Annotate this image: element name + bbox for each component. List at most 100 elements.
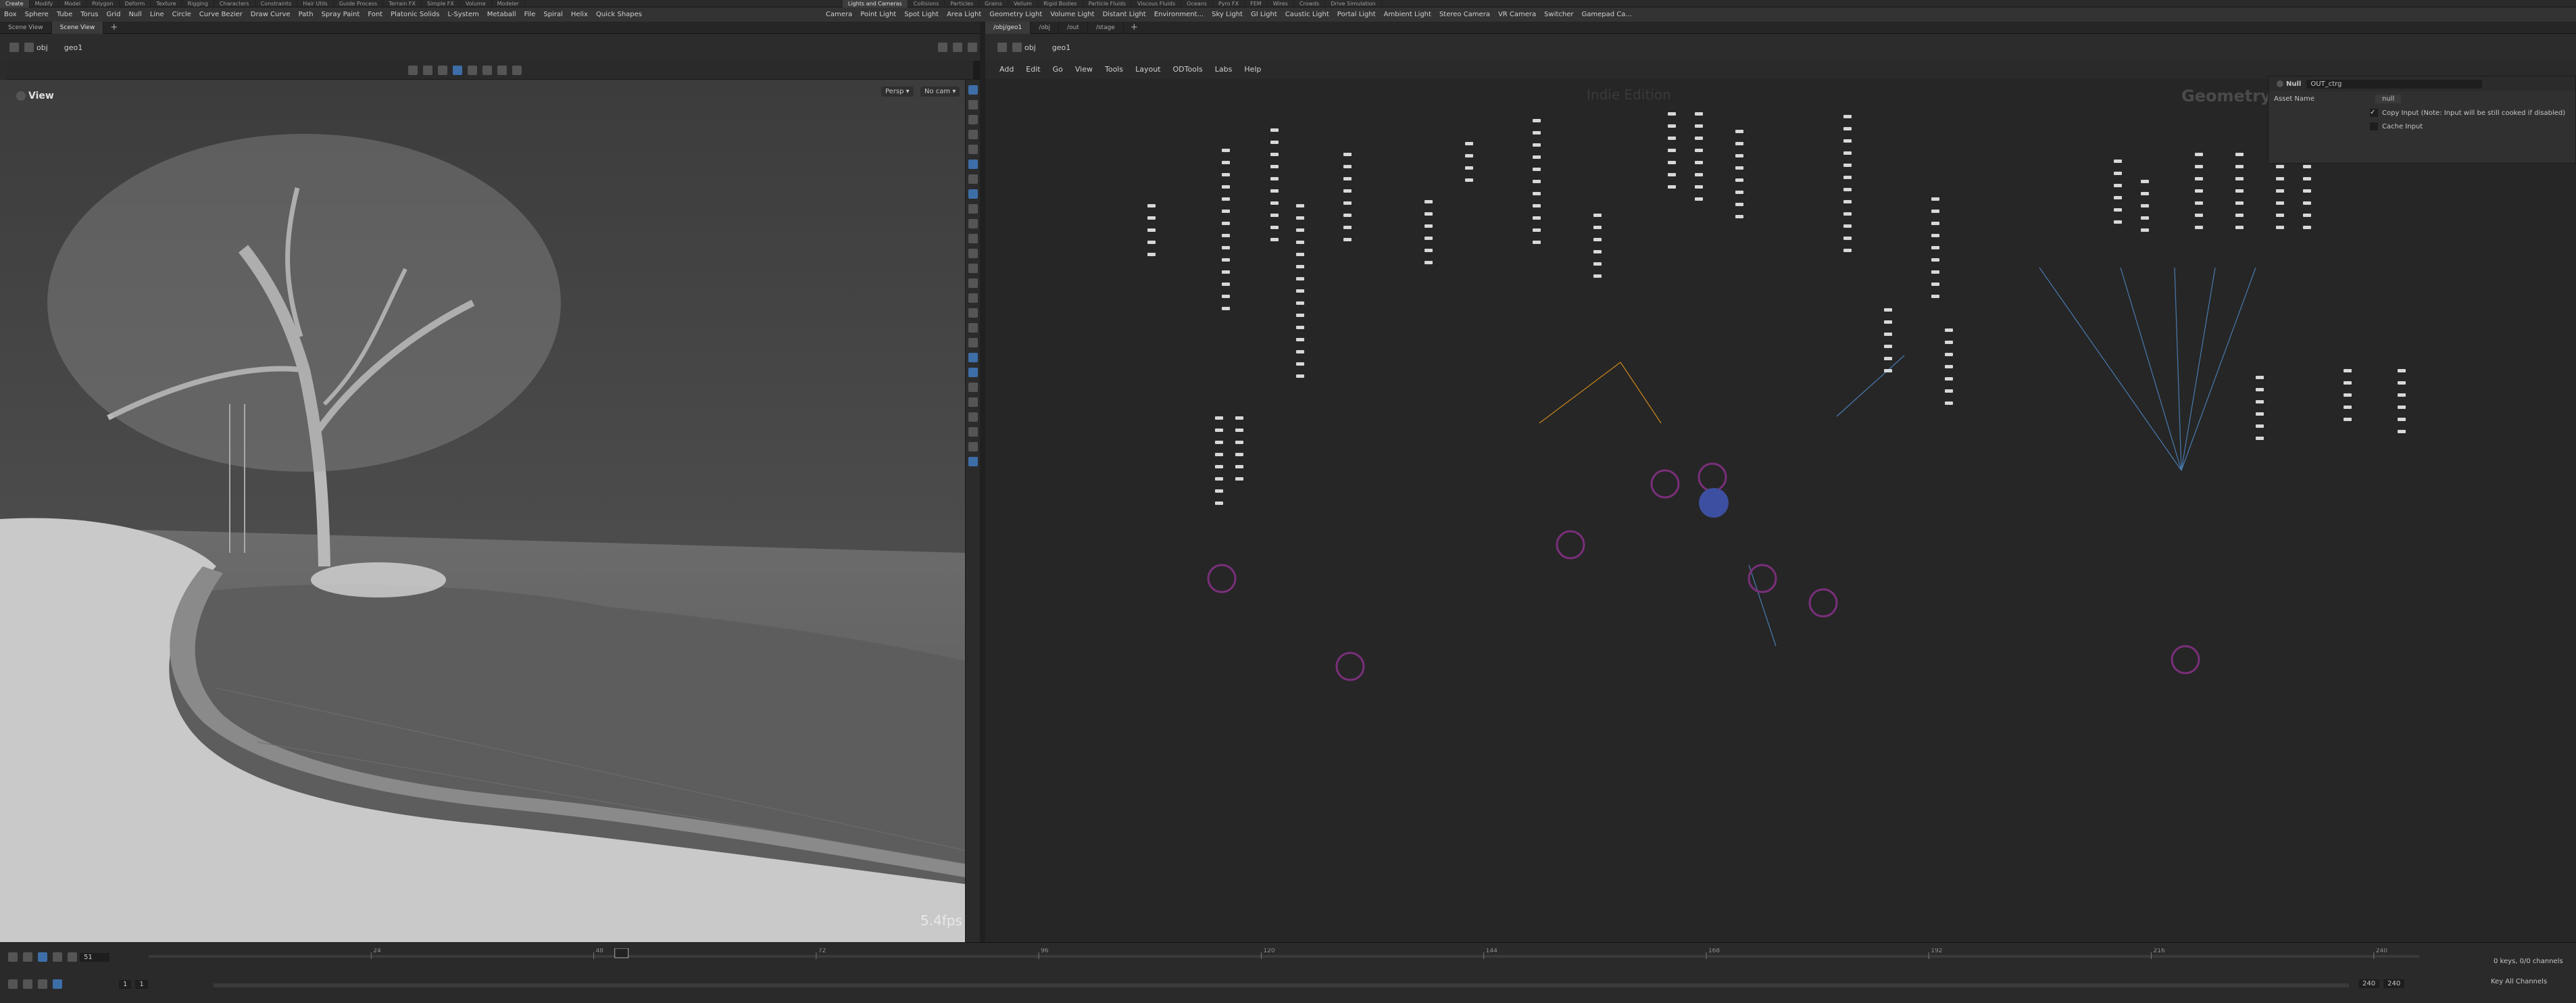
select-tool-icon[interactable] — [408, 65, 418, 75]
tab-stage[interactable]: /stage — [1088, 21, 1124, 34]
range-slider[interactable] — [214, 983, 2349, 987]
shelf-tool[interactable]: Path — [295, 7, 318, 22]
range-step[interactable]: 1 — [135, 979, 148, 989]
shelf-tab[interactable]: Characters — [214, 0, 255, 7]
shelf-tab[interactable]: Collisions — [908, 0, 945, 7]
display-option-icon[interactable] — [968, 353, 978, 362]
shelf-tool[interactable]: Box — [0, 7, 21, 22]
shelf-tool[interactable]: Tube — [53, 7, 76, 22]
shelf-tab[interactable]: Modeler — [492, 0, 525, 7]
shelf-tab[interactable]: Terrain FX — [383, 0, 422, 7]
shelf-tool[interactable]: Grid — [102, 7, 124, 22]
shelf-tab[interactable]: Viscous Fluids — [1132, 0, 1182, 7]
shelf-tab[interactable]: Create — [0, 0, 30, 7]
forward-icon[interactable] — [1012, 43, 1022, 52]
shelf-tab[interactable]: Vellum — [1008, 0, 1039, 7]
snap-icon[interactable] — [482, 65, 492, 75]
shelf-tab[interactable]: FEM — [1245, 0, 1268, 7]
display-option-icon[interactable] — [968, 442, 978, 451]
path-geo1[interactable]: geo1 — [64, 43, 82, 52]
shelf-tab[interactable]: Particle Fluids — [1083, 0, 1133, 7]
display-option-icon[interactable] — [968, 293, 978, 303]
range-end-1[interactable]: 240 — [2358, 979, 2380, 988]
shelf-tool[interactable]: L-System — [443, 7, 482, 22]
display-option-icon[interactable] — [968, 219, 978, 228]
range-start[interactable]: 1 — [119, 979, 132, 989]
tab-obj-geo1[interactable]: /obj/geo1 — [985, 21, 1031, 34]
camera-menu[interactable]: No cam ▾ — [920, 87, 960, 97]
go-end-icon[interactable] — [68, 952, 77, 962]
shelf-tab[interactable]: Wires — [1268, 0, 1294, 7]
display-option-icon[interactable] — [968, 368, 978, 377]
shelf-tool[interactable]: Metaball — [483, 7, 520, 22]
asset-name-field[interactable]: null — [2375, 94, 2402, 103]
add-tab-button[interactable]: + — [103, 22, 124, 34]
rotate-tool-icon[interactable] — [438, 65, 447, 75]
display-option-icon[interactable] — [968, 145, 978, 154]
shelf-tool[interactable]: GI Light — [1247, 7, 1281, 22]
shelf-tool[interactable]: Area Light — [943, 7, 985, 22]
shelf-tab[interactable]: Drive Simulation — [1325, 0, 1382, 7]
display-option-icon[interactable] — [968, 323, 978, 333]
network-menu-item[interactable]: Go — [1047, 61, 1069, 78]
shelf-tool[interactable]: Line — [146, 7, 168, 22]
display-option-icon[interactable] — [968, 160, 978, 169]
shelf-tab[interactable]: Deform — [120, 0, 151, 7]
display-option-icon[interactable] — [968, 100, 978, 109]
tab-out[interactable]: /out — [1059, 21, 1088, 34]
shelf-tab[interactable]: Rigid Bodies — [1038, 0, 1083, 7]
shelf-tool[interactable]: Spiral — [539, 7, 567, 22]
shelf-tab[interactable]: Oceans — [1181, 0, 1213, 7]
display-option-icon[interactable] — [968, 427, 978, 437]
scene-viewport[interactable]: View Persp ▾ No cam ▾ 5.4fps — [0, 80, 965, 942]
shelf-tab[interactable]: Model — [59, 0, 87, 7]
shelf-tool[interactable]: Font — [364, 7, 387, 22]
shelf-tool[interactable]: Spray Paint — [318, 7, 364, 22]
network-menu-item[interactable]: Layout — [1129, 61, 1166, 78]
shelf-tab[interactable]: Hair Utils — [297, 0, 334, 7]
shelf-tab[interactable]: Modify — [30, 0, 59, 7]
shelf-tool[interactable]: Platonic Solids — [387, 7, 443, 22]
path-obj[interactable]: obj — [36, 43, 48, 52]
shelf-tool[interactable]: Draw Curve — [247, 7, 295, 22]
display-option-icon[interactable] — [968, 204, 978, 214]
display-option-icon[interactable] — [968, 338, 978, 347]
network-menu-item[interactable]: Tools — [1099, 61, 1129, 78]
display-option-icon[interactable] — [968, 457, 978, 466]
shelf-tool[interactable]: Distant Light — [1099, 7, 1150, 22]
network-menu-item[interactable]: Help — [1238, 61, 1267, 78]
display-option-icon[interactable] — [968, 278, 978, 288]
move-tool-icon[interactable] — [423, 65, 432, 75]
tab-obj[interactable]: /obj — [1031, 21, 1060, 34]
network-menu-item[interactable]: View — [1069, 61, 1099, 78]
display-option-icon[interactable] — [968, 85, 978, 95]
persp-menu[interactable]: Persp ▾ — [881, 87, 914, 97]
forward-icon[interactable] — [24, 43, 34, 52]
shelf-tool[interactable]: Sphere — [21, 7, 53, 22]
pin-icon[interactable] — [938, 43, 947, 52]
network-editor[interactable]: Indie Edition Geometry — [985, 78, 2576, 942]
shelf-tab[interactable]: Volume — [460, 0, 492, 7]
tab-scene-view-2[interactable]: Scene View — [51, 21, 104, 34]
shelf-tab[interactable]: Polygon — [86, 0, 120, 7]
shelf-tool[interactable]: Ambient Light — [1380, 7, 1435, 22]
shelf-tool[interactable]: Stereo Camera — [1435, 7, 1494, 22]
shelf-tab[interactable]: Simple FX — [422, 0, 460, 7]
display-option-icon[interactable] — [968, 174, 978, 184]
shelf-tab[interactable]: Particles — [945, 0, 980, 7]
cache-input-checkbox[interactable] — [2370, 122, 2378, 130]
shelf-tool[interactable]: Null — [124, 7, 145, 22]
display-option-icon[interactable] — [968, 397, 978, 407]
tab-scene-view-1[interactable]: Scene View — [0, 21, 52, 34]
range-icon[interactable] — [53, 979, 62, 989]
shelf-tab[interactable]: Grains — [979, 0, 1008, 7]
play-icon[interactable] — [53, 952, 62, 962]
current-frame-field[interactable]: 51 — [80, 952, 109, 962]
node-name-field[interactable]: OUT_ctrg — [2306, 79, 2483, 89]
camera-icon[interactable] — [497, 65, 507, 75]
play-reverse-icon[interactable] — [23, 952, 32, 962]
display-option-icon[interactable] — [968, 264, 978, 273]
back-icon[interactable] — [997, 43, 1007, 52]
audio-icon[interactable] — [8, 979, 18, 989]
view-menu-icon[interactable] — [16, 91, 26, 101]
